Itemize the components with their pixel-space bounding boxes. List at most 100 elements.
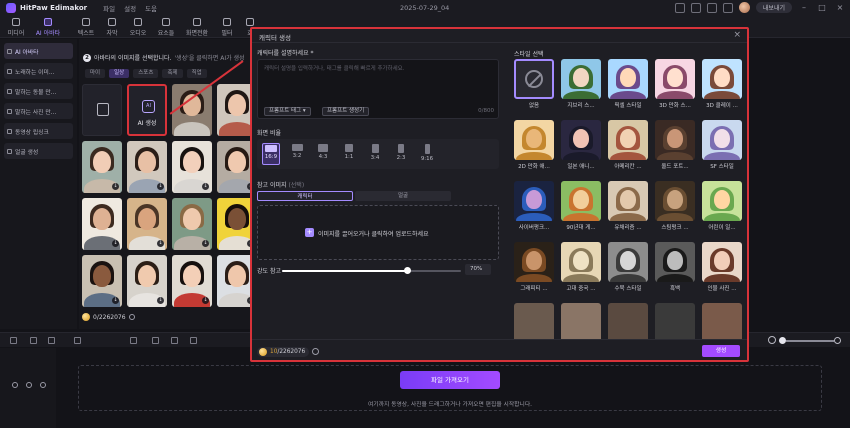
style-option[interactable]: 2D 만화 애... bbox=[514, 120, 554, 170]
download-icon[interactable]: ↓ bbox=[202, 183, 209, 190]
style-option[interactable]: 픽셀 스타일 bbox=[608, 59, 648, 109]
refresh-icon[interactable] bbox=[312, 348, 319, 355]
ratio-option-4-3[interactable]: 4:3 bbox=[314, 143, 332, 165]
category-tab-sports[interactable]: 스포츠 bbox=[133, 69, 159, 78]
avatar-thumbnail[interactable]: ↓ bbox=[172, 198, 212, 250]
info-icon[interactable] bbox=[706, 2, 717, 13]
style-option[interactable]: 90년대 게... bbox=[561, 181, 601, 231]
tool-elements[interactable]: 요소들 bbox=[152, 18, 180, 37]
ai-generate-card[interactable]: AI AI 생성 bbox=[127, 84, 167, 136]
tool-text[interactable]: 텍스트 bbox=[72, 18, 100, 37]
avatar-thumbnail[interactable]: ↓ bbox=[127, 198, 167, 250]
export-button[interactable]: 내보내기 bbox=[755, 2, 792, 13]
avatar-thumbnail[interactable]: ↓ bbox=[217, 255, 251, 307]
style-option[interactable]: 3D 클레이 ... bbox=[702, 59, 742, 109]
prompt-textarea[interactable]: 캐릭터 설명을 입력하거나, 태그를 클릭해 빠르게 추가하세요. 프롬프트 태… bbox=[257, 59, 499, 119]
strength-value-field[interactable]: 70% bbox=[465, 264, 491, 275]
ratio-option-1-1[interactable]: 1:1 bbox=[340, 143, 358, 165]
style-option[interactable]: 유채리즘 ... bbox=[608, 181, 648, 231]
reference-upload-zone[interactable]: + 이미지를 끌어오거나 클릭하여 업로드하세요 bbox=[257, 205, 499, 260]
style-option[interactable]: 스팀펑크 ... bbox=[655, 181, 695, 231]
style-option[interactable] bbox=[514, 303, 554, 339]
download-icon[interactable]: ↓ bbox=[157, 240, 164, 247]
upload-avatar-card[interactable] bbox=[82, 84, 122, 136]
style-option[interactable]: 수묵 스타일 bbox=[608, 242, 648, 292]
style-option[interactable]: 그래피티 ... bbox=[514, 242, 554, 292]
track-lock-icon[interactable] bbox=[40, 382, 46, 388]
cart-icon[interactable] bbox=[722, 2, 733, 13]
avatar-thumbnail[interactable]: ↓ bbox=[127, 141, 167, 193]
avatar-thumbnail[interactable]: ↓ bbox=[172, 255, 212, 307]
style-option[interactable]: 사이버펑크... bbox=[514, 181, 554, 231]
zoom-slider-track[interactable] bbox=[786, 340, 834, 342]
close-window-icon[interactable]: × bbox=[834, 3, 846, 12]
ratio-option-9-16[interactable]: 9:16 bbox=[418, 143, 436, 165]
tool-ai-avatar[interactable]: AI 아바타 bbox=[34, 18, 62, 37]
close-icon[interactable]: × bbox=[733, 30, 741, 40]
style-option[interactable]: SF 스타일 bbox=[702, 120, 742, 170]
tab-reference-character[interactable]: 캐릭터 bbox=[257, 191, 353, 201]
download-icon[interactable]: ↓ bbox=[157, 297, 164, 304]
download-icon[interactable]: ↓ bbox=[112, 183, 119, 190]
mask-icon[interactable] bbox=[171, 337, 178, 344]
delete-icon[interactable] bbox=[48, 337, 55, 344]
avatar-thumbnail[interactable] bbox=[217, 84, 251, 136]
minimize-icon[interactable]: – bbox=[798, 3, 810, 12]
category-tab-job[interactable]: 직업 bbox=[186, 69, 207, 78]
sidebar-item-singing-image[interactable]: 노래하는 이미... bbox=[4, 63, 73, 79]
avatar-thumbnail[interactable]: ↓ bbox=[217, 198, 251, 250]
ratio-option-3-2[interactable]: 3:2 bbox=[288, 143, 306, 165]
tool-subtitle[interactable]: 자막 bbox=[98, 18, 126, 37]
style-option[interactable]: 흑백 bbox=[655, 242, 695, 292]
ratio-option-3-4[interactable]: 3:4 bbox=[366, 143, 384, 165]
style-option[interactable] bbox=[655, 303, 695, 339]
user-avatar[interactable] bbox=[738, 2, 750, 13]
avatar-thumbnail[interactable]: ↓ bbox=[82, 141, 122, 193]
split-icon[interactable] bbox=[74, 337, 81, 344]
menu-item-file[interactable]: 파일 bbox=[103, 3, 115, 13]
refresh-icon[interactable] bbox=[128, 314, 135, 320]
download-icon[interactable]: ↓ bbox=[202, 240, 209, 247]
style-option[interactable]: 아메리칸 ... bbox=[608, 120, 648, 170]
avatar-thumbnail[interactable]: ↓ bbox=[82, 255, 122, 307]
sidebar-item-face-generate[interactable]: 얼굴 생성 bbox=[4, 143, 73, 159]
layout-icon[interactable] bbox=[674, 2, 685, 13]
style-option[interactable]: 지브리 스... bbox=[561, 59, 601, 109]
category-tab-daily[interactable]: 일상 bbox=[109, 69, 130, 78]
menu-item-settings[interactable]: 설정 bbox=[124, 3, 136, 13]
zoom-in-icon[interactable] bbox=[834, 337, 841, 344]
zoom-out-icon[interactable] bbox=[768, 336, 776, 344]
crop-icon[interactable] bbox=[130, 337, 137, 344]
style-option[interactable] bbox=[561, 303, 601, 339]
style-option[interactable]: 올드 포트... bbox=[655, 120, 695, 170]
style-option[interactable]: 고대 중국 ... bbox=[561, 242, 601, 292]
tool-transition[interactable]: 화면전환 bbox=[183, 18, 211, 37]
download-icon[interactable]: ↓ bbox=[157, 183, 164, 190]
tab-reference-face[interactable]: 얼굴 bbox=[355, 191, 451, 201]
ratio-option-2-3[interactable]: 2:3 bbox=[392, 143, 410, 165]
redo-icon[interactable] bbox=[30, 337, 37, 344]
text-tool-icon[interactable] bbox=[152, 337, 159, 344]
track-mute-icon[interactable] bbox=[26, 382, 32, 388]
track-eye-icon[interactable] bbox=[12, 382, 18, 388]
download-icon[interactable]: ↓ bbox=[202, 297, 209, 304]
download-icon[interactable]: ↓ bbox=[112, 240, 119, 247]
mail-icon[interactable] bbox=[690, 2, 701, 13]
style-option[interactable] bbox=[608, 303, 648, 339]
category-tab-festival[interactable]: 축제 bbox=[162, 69, 183, 78]
strength-slider-knob[interactable] bbox=[403, 267, 411, 274]
avatar-thumbnail[interactable] bbox=[172, 84, 212, 136]
maximize-icon[interactable]: □ bbox=[816, 3, 828, 12]
generate-button[interactable]: 생성 bbox=[702, 345, 740, 357]
tool-audio[interactable]: 오디오 bbox=[124, 18, 152, 37]
speed-icon[interactable] bbox=[190, 337, 197, 344]
sidebar-item-ai-avatar[interactable]: AI 아바타 bbox=[4, 43, 73, 59]
style-option[interactable]: 일본 애니... bbox=[561, 120, 601, 170]
prompt-tag-button[interactable]: 프롬프트 태그 ▾ bbox=[264, 107, 311, 116]
strength-slider-track[interactable] bbox=[282, 270, 461, 272]
avatar-thumbnail[interactable]: ↓ bbox=[217, 141, 251, 193]
import-files-button[interactable]: 파일 가져오기 bbox=[400, 371, 500, 389]
avatar-thumbnail[interactable]: ↓ bbox=[127, 255, 167, 307]
prompt-generator-button[interactable]: 프롬프트 생성기 bbox=[322, 107, 370, 116]
style-option[interactable]: 인물 사진 ... bbox=[702, 242, 742, 292]
